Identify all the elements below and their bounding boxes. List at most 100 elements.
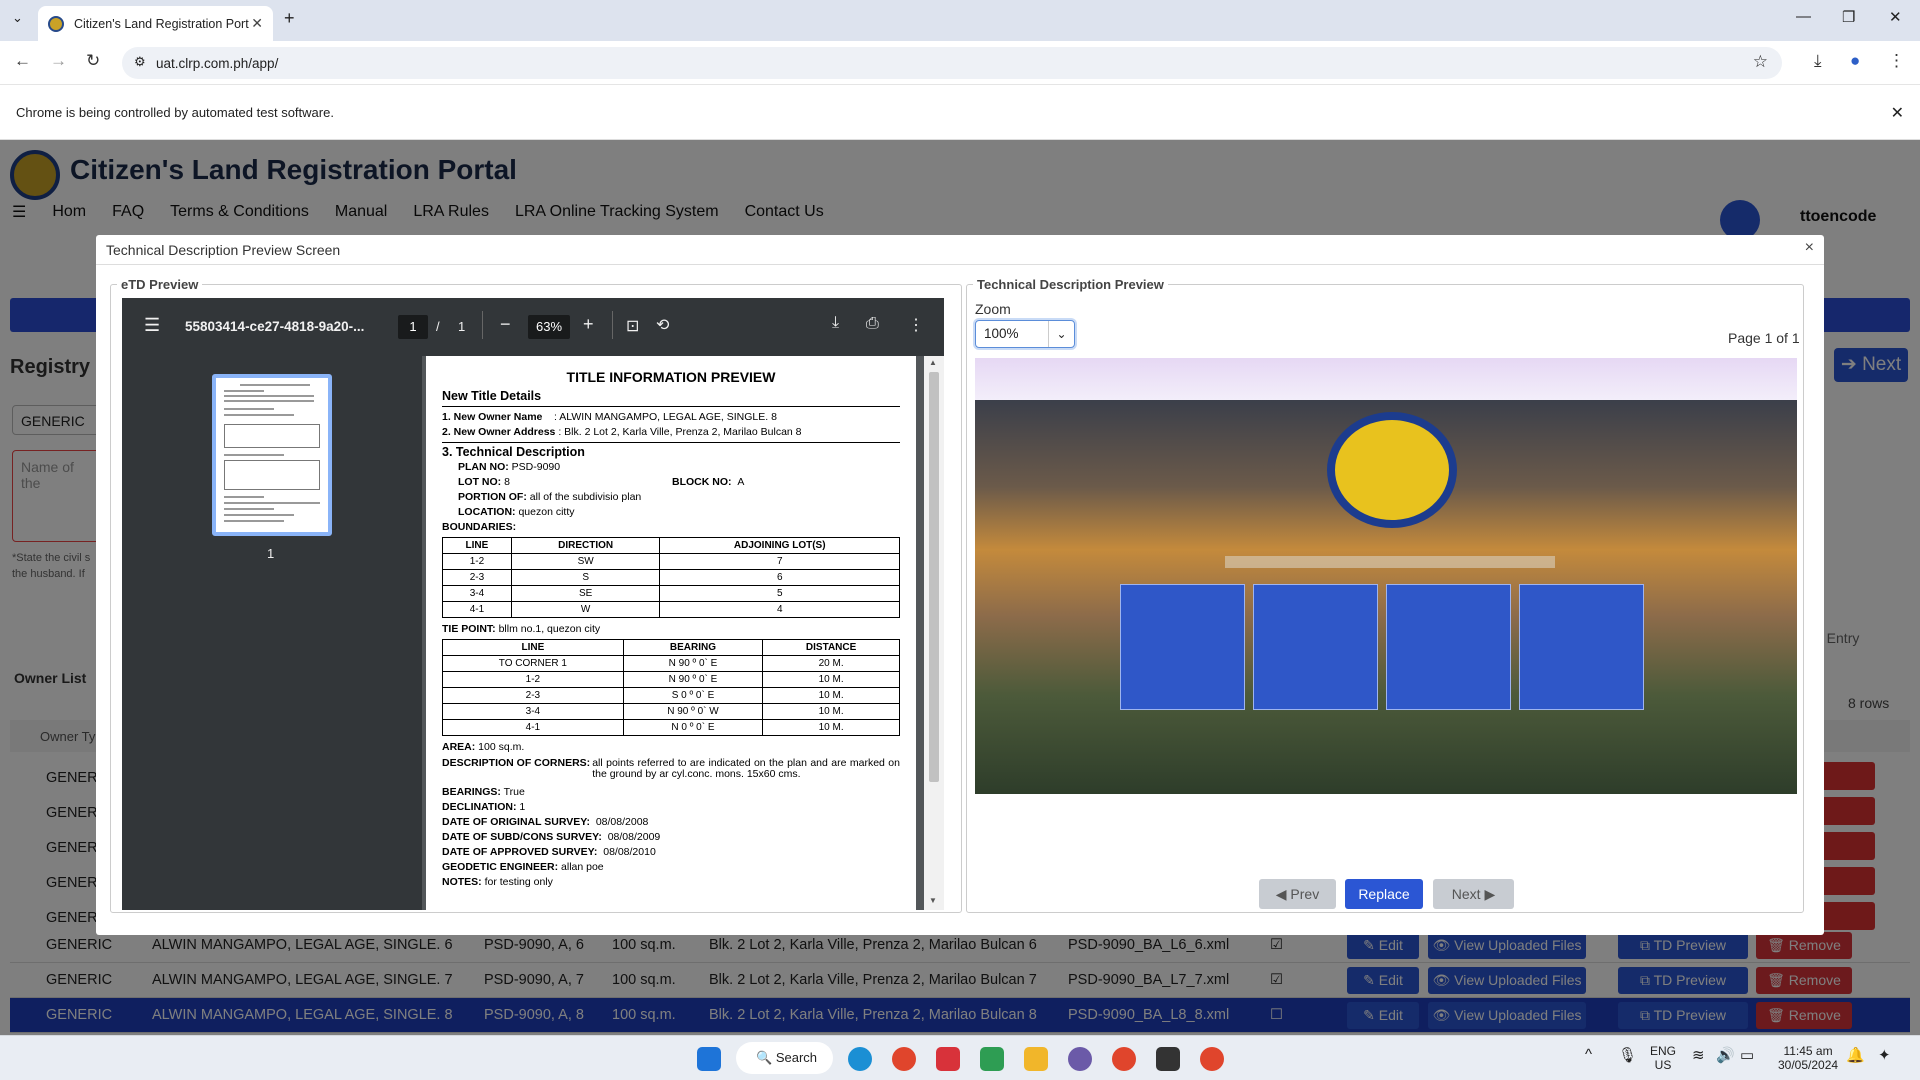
cell: N 90 º 0` E [622,671,764,688]
preview-blurred-title [1225,556,1555,568]
copilot-icon[interactable]: ✦ [1878,1046,1891,1064]
battery-icon[interactable]: ▭ [1740,1046,1754,1064]
file-explorer-icon[interactable] [1024,1047,1048,1071]
doc-label: BOUNDARIES: [442,521,517,533]
automation-infobar: Chrome is being controlled by automated … [0,85,1920,140]
browser-tab[interactable]: Citizen's Land Registration Port ✕ [38,6,273,41]
restore-icon[interactable]: ❐ [1842,8,1855,26]
cell: 4-1 [442,601,512,618]
lang-2: US [1654,1058,1672,1072]
pdf-page-input[interactable]: 1 [398,315,428,339]
pdf-scrollbar[interactable]: ▲ ▼ [924,356,944,910]
download-icon[interactable]: ⤓ [1814,51,1822,71]
pdf-download-icon[interactable]: ⤓ [832,314,839,332]
mic-icon[interactable]: 🎙 [1618,1046,1637,1064]
doc-label: BEARINGS: [442,786,501,798]
pdf-menu-icon[interactable]: ☰ [144,315,160,336]
pdf-toolbar: ☰ 55803414-ce27-4818-9a20-... 1 / 1 − 63… [122,298,944,356]
cell: N 0 º 0` E [622,719,764,736]
minimize-icon[interactable]: — [1796,8,1811,25]
app-icon[interactable] [1068,1047,1092,1071]
bookmark-star-icon[interactable]: ☆ [1753,52,1768,72]
preview-card [1253,584,1378,710]
tab-search-icon[interactable]: ⌄ [12,10,23,26]
cell: S 0 º 0` E [622,687,764,704]
page-thumbnail[interactable] [212,374,332,536]
reload-icon[interactable]: ↻ [86,51,100,71]
print-icon[interactable]: ⎙ [866,315,879,333]
close-tab-icon[interactable]: ✕ [251,15,263,32]
volume-icon[interactable]: 🔊 [1716,1046,1735,1064]
site-info-icon[interactable]: ⚙ [134,54,146,70]
next-button[interactable]: Next ▶ [1433,879,1514,909]
cell: S [510,569,661,586]
rotate-icon[interactable]: ⟲ [656,315,669,335]
fit-page-icon[interactable]: ⊡ [626,316,639,336]
doc-label: DATE OF SUBD/CONS SURVEY: [442,831,602,843]
search-label: Search [775,1050,818,1065]
table-header: DISTANCE [762,639,900,656]
anydesk-icon[interactable] [936,1047,960,1071]
doc-location: quezon citty [518,506,575,518]
wifi-icon[interactable]: ≋ [1692,1046,1705,1064]
boundaries-table: LINE DIRECTION ADJOINING LOT(S) 1-2 SW 7 2… [442,537,900,618]
back-icon[interactable]: ← [14,51,31,71]
doc-notes: for testing only [484,876,553,888]
profile-icon[interactable]: ● [1850,51,1860,71]
cell: N 90 º 0` W [622,703,764,720]
chevron-down-icon[interactable]: ⌄ [1048,321,1074,347]
terminal-icon[interactable] [1156,1047,1180,1071]
replace-button[interactable]: Replace [1345,879,1423,909]
scroll-down-icon[interactable]: ▼ [929,896,937,905]
cell: 10 M. [762,719,900,736]
forward-icon[interactable]: → [50,51,67,71]
doc-label: BLOCK NO: [672,476,732,488]
doc-original-survey: 08/08/2008 [595,816,649,828]
cell: 1-2 [442,671,624,688]
chrome-active-icon[interactable] [1200,1047,1224,1071]
edge-icon[interactable] [848,1047,872,1071]
chrome-icon[interactable] [1112,1047,1136,1071]
tray-expand-icon[interactable]: ^ [1585,1046,1592,1063]
etd-preview-legend: eTD Preview [121,277,199,292]
preview-seal [1327,412,1457,528]
notification-icon[interactable]: 🔔 [1846,1046,1865,1064]
doc-section-new-title: New Title Details [442,389,900,407]
modal-close-icon[interactable]: × [1805,239,1814,257]
pdf-zoom-input[interactable]: 63% [528,315,570,339]
chrome-icon[interactable] [892,1047,916,1071]
address-bar-row: ← → ↻ ⚙ uat.clrp.com.ph/app/ ☆ ⤓ ● ⋮ [0,41,1920,85]
clock[interactable]: 11:45 am 30/05/2024 [1778,1044,1838,1072]
zoom-select[interactable]: 100% ⌄ [975,320,1075,348]
table-header: LINE [442,639,624,656]
doc-owner-name: : ALWIN MANGAMPO, LEGAL AGE, SINGLE. 8 [554,411,777,423]
doc-label: PLAN NO: [458,461,509,473]
scrollbar-thumb[interactable] [929,372,939,782]
language-indicator[interactable]: ENG US [1650,1044,1676,1072]
preview-card [1519,584,1644,710]
start-icon[interactable] [697,1047,721,1071]
url-field[interactable]: ⚙ uat.clrp.com.ph/app/ ☆ [122,47,1782,79]
pdf-viewer: ☰ 55803414-ce27-4818-9a20-... 1 / 1 − 63… [122,298,944,910]
pdf-more-icon[interactable]: ⋮ [908,315,924,335]
doc-label: TIE POINT: [442,623,496,635]
cell: 10 M. [762,687,900,704]
pdf-divider [482,311,483,339]
prev-button[interactable]: ◀ Prev [1259,879,1336,909]
zoom-in-icon[interactable]: + [583,314,594,335]
scroll-up-icon[interactable]: ▲ [929,358,937,367]
zoom-out-icon[interactable]: − [500,314,511,335]
cell: SE [510,585,661,602]
doc-bearings: True [503,786,525,798]
zoom-label: Zoom [975,301,1011,317]
browser-menu-icon[interactable]: ⋮ [1888,51,1905,71]
cell: 20 M. [762,655,900,672]
notepad-icon[interactable] [980,1047,1004,1071]
close-window-icon[interactable]: ✕ [1889,8,1902,26]
new-tab-icon[interactable]: + [284,8,295,29]
infobar-text: Chrome is being controlled by automated … [16,104,334,120]
page-of-label: Page 1 of 1 [1728,330,1800,346]
taskbar-search[interactable]: 🔍 Search [736,1042,833,1074]
infobar-close-icon[interactable]: ✕ [1891,103,1904,123]
table-header: BEARING [622,639,764,656]
